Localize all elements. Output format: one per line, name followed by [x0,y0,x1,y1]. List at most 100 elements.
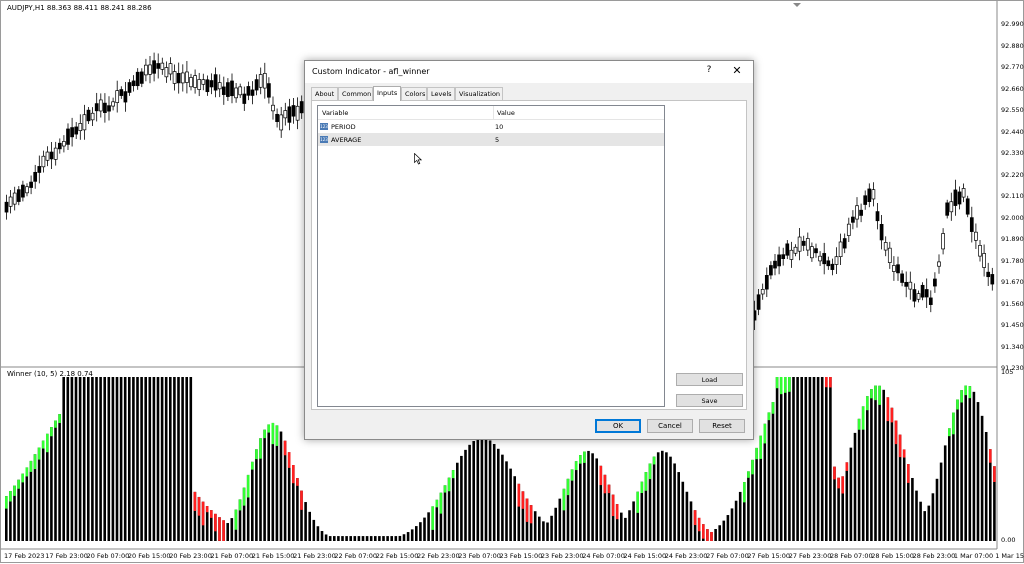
candle-body [924,289,929,298]
indicator-bar [480,437,484,541]
indicator-bar [533,511,537,541]
time-axis-label: 28 Feb 07:00 [830,552,873,560]
candle-body [789,249,794,260]
candle-body [217,82,222,90]
indicator-bar [345,536,348,541]
time-axis-label: 23 Feb 15:00 [499,552,543,560]
dialog-titlebar[interactable]: Custom Indicator - afl_winner ? ✕ [305,61,753,83]
candle-body [883,242,888,251]
indicator-bar-up [788,377,791,392]
param-row-average[interactable]: 123 AVERAGE 5 [318,133,664,146]
column-variable[interactable]: Variable [322,109,348,117]
indicator-bar [37,447,41,541]
candle-body [234,87,238,99]
time-axis-label: 22 Feb 07:00 [334,552,378,560]
indicator-bar [825,377,828,541]
indicator-bar [866,396,869,541]
param-value[interactable]: 5 [495,136,499,144]
price-axis-label: 92.990 [1001,20,1024,28]
indicator-bar [812,377,816,541]
indicator-bar [989,449,992,541]
help-button[interactable]: ? [703,65,715,79]
indicator-bar-up [58,414,61,423]
indicator-bar [911,477,914,541]
indicator-bar [775,377,779,541]
price-axis-label: 92.440 [1001,127,1024,136]
candle-body [37,166,42,173]
indicator-bar-down [902,449,906,458]
indicator-bar [767,412,771,541]
indicator-bar [177,377,180,541]
candle-body [773,260,777,269]
indicator-bar-up [648,463,652,480]
indicator-bar-up [54,420,57,428]
indicator-bar [513,476,516,541]
time-axis-label: 17 Feb 2023 [4,552,45,560]
tab-levels[interactable]: Levels [427,87,455,100]
tab-common[interactable]: Common [338,87,373,100]
candle-body [781,254,786,260]
candle-body [978,245,982,257]
ok-button[interactable]: OK [595,419,641,433]
tab-about[interactable]: About [311,87,338,100]
candle-body [201,79,206,85]
candle-body [875,211,880,222]
indicator-bar [333,536,336,541]
candle-body [193,75,197,88]
indicator-bar [804,377,808,541]
candle-body [974,231,978,241]
indicator-bar [185,377,188,541]
tab-colors[interactable]: Colors [401,87,427,100]
tab-visualization[interactable]: Visualization [455,87,503,100]
indicator-bar [320,531,324,541]
time-axis-label: 1 Mar 07:00 [953,552,994,560]
load-button[interactable]: Load [676,373,743,386]
indicator-bar [488,440,492,541]
parameters-table[interactable]: Variable Value 123 PERIOD 10 123 AVERAGE… [317,105,665,407]
indicator-bar [755,447,758,541]
tab-inputs[interactable]: Inputs [373,86,401,101]
indicator-bar [136,377,139,541]
candle-body [123,91,128,103]
candle-body [131,80,136,87]
indicator-bar-up [968,386,972,399]
indicator-bar-up [759,435,762,459]
indicator-bar-down [201,501,205,526]
indicator-bar [628,510,631,541]
indicator-bar [226,523,229,541]
candle-body [838,241,843,258]
dialog-title: Custom Indicator - afl_winner [312,67,430,76]
indicator-bar [788,377,791,541]
indicator-bar-up [570,469,574,481]
candle-body [246,86,251,96]
reset-button[interactable]: Reset [699,419,745,433]
indicator-bar [497,448,500,541]
close-icon[interactable]: ✕ [730,64,744,78]
indicator-bar [173,377,176,541]
candle-body [160,62,165,70]
indicator-bar [41,440,45,541]
save-button[interactable]: Save [676,394,743,407]
param-value[interactable]: 10 [495,123,503,131]
indicator-bar [394,536,398,541]
indicator-bar [140,377,143,541]
indicator-bar-up [447,477,451,492]
time-axis-label: 21 Feb 07:00 [210,552,254,560]
indicator-bar [550,515,553,541]
cancel-button[interactable]: Cancel [647,419,693,433]
price-axis-label: 91.890 [1001,235,1024,243]
indicator-bar-down [222,520,225,541]
column-value[interactable]: Value [497,109,515,117]
candle-body [283,110,288,119]
indicator-bar [378,536,381,541]
indicator-bar-up [878,385,881,405]
indicator-bar [820,377,824,541]
param-row-period[interactable]: 123 PERIOD 10 [318,120,664,133]
indicator-bar-up [443,485,447,493]
indicator-bar [66,377,70,541]
custom-indicator-dialog[interactable]: Custom Indicator - afl_winner ? ✕ About … [304,60,754,440]
candle-body [29,181,33,188]
indicator-bar-up [238,499,242,511]
candle-body [74,126,79,135]
candle-body [916,293,921,300]
